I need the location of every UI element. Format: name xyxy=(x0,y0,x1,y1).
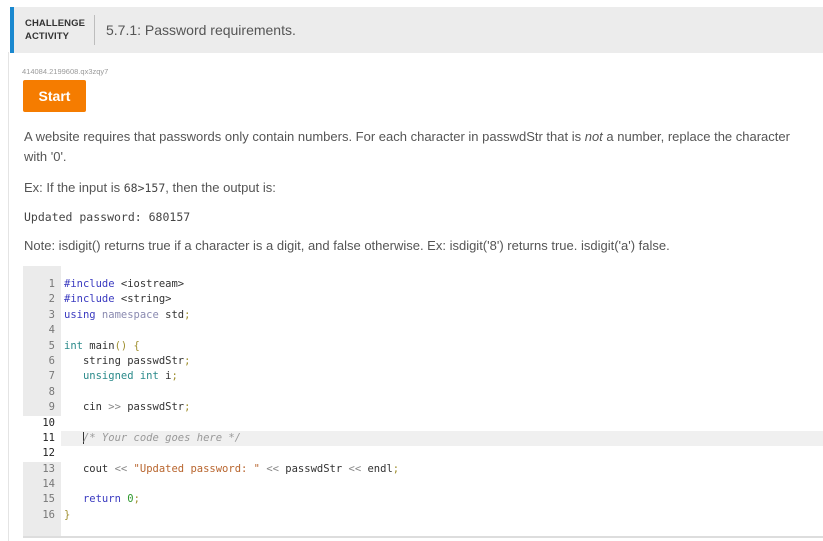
code-line[interactable]: 7 unsigned int i; xyxy=(23,369,823,384)
line-number: 9 xyxy=(48,401,55,414)
code-line[interactable]: 12 xyxy=(23,446,823,462)
code-token: #include xyxy=(64,293,115,306)
code-line[interactable]: 16} xyxy=(23,508,823,523)
code-token: cout xyxy=(64,462,109,475)
code-token: ; xyxy=(392,462,400,475)
code-token: 0 xyxy=(120,493,134,506)
code-token: { xyxy=(127,339,140,352)
code-line[interactable]: 15 return 0; xyxy=(23,492,823,507)
prompt-note: Note: isdigit() returns true if a charac… xyxy=(24,238,670,253)
line-number: 16 xyxy=(42,508,55,521)
code-token: #include xyxy=(64,278,115,290)
line-number: 13 xyxy=(42,462,55,475)
code-token: <iostream> xyxy=(114,278,185,290)
activity-id: 414084.2199608.qx3zqy7 xyxy=(22,67,109,76)
prompt-text: Ex: If the input is xyxy=(24,180,124,195)
code-token: << xyxy=(342,462,362,475)
activity-kind-line2: ACTIVITY xyxy=(25,31,70,42)
code-token: } xyxy=(64,508,71,521)
line-number: 8 xyxy=(48,385,55,398)
start-button[interactable]: Start xyxy=(23,80,86,112)
prompt-paragraph-1: A website requires that passwords only c… xyxy=(24,127,814,167)
code-token: passwdStr xyxy=(120,401,185,414)
line-number: 3 xyxy=(48,308,55,321)
code-line[interactable]: 4 xyxy=(23,323,823,338)
code-token: ; xyxy=(171,370,178,383)
code-string: "Updated password: " xyxy=(127,462,260,475)
code-token: return xyxy=(64,493,121,506)
code-token: unsigned int xyxy=(64,370,159,383)
line-number: 15 xyxy=(42,493,55,506)
code-line[interactable]: 9 cin >> passwdStr; xyxy=(23,400,823,415)
code-line[interactable]: 13 cout << "Updated password: " << passw… xyxy=(23,462,823,477)
line-number: 11 xyxy=(42,431,55,444)
code-line[interactable]: 14 xyxy=(23,477,823,492)
code-line[interactable]: 1 #include <iostream> xyxy=(23,277,823,292)
code-line[interactable]: 3 using namespace std; xyxy=(23,308,823,323)
activity-kind-line1: CHALLENGE xyxy=(25,18,86,29)
code-token: << xyxy=(108,462,128,475)
code-line[interactable]: 10 xyxy=(23,415,823,431)
code-token: using xyxy=(64,308,96,321)
code-line[interactable]: 6 string passwdStr; xyxy=(23,354,823,369)
left-border xyxy=(8,52,9,541)
line-number: 10 xyxy=(42,416,55,429)
prompt-emphasis: not xyxy=(584,129,603,144)
code-token: ; xyxy=(184,354,191,367)
activity-title: 5.7.1: Password requirements. xyxy=(106,22,296,38)
line-number: 4 xyxy=(48,324,55,337)
code-token: string passwdStr xyxy=(64,354,185,367)
code-line[interactable]: 2 #include <string> xyxy=(23,292,823,307)
code-token: int xyxy=(64,339,83,352)
line-number: 1 xyxy=(48,278,55,290)
line-number: 2 xyxy=(48,293,55,306)
code-line[interactable]: 5 int main() { xyxy=(23,339,823,354)
code-token: endl xyxy=(361,462,393,475)
activity-kind-label: CHALLENGE ACTIVITY xyxy=(25,17,91,43)
code-editor[interactable]: 1 #include <iostream> 2 #include <string> … xyxy=(23,266,823,538)
prompt-example: Ex: If the input is 68>157, then the out… xyxy=(24,178,276,198)
activity-header: CHALLENGE ACTIVITY 5.7.1: Password requi… xyxy=(10,7,823,53)
code-line[interactable]: 8 xyxy=(23,385,823,400)
code-token: i xyxy=(158,370,172,383)
code-token: cin xyxy=(64,401,102,414)
code-token: ; xyxy=(184,308,191,321)
code-token: () xyxy=(114,339,128,352)
line-number: 6 xyxy=(48,354,55,367)
code-token: ; xyxy=(133,493,140,506)
code-token: ; xyxy=(184,401,191,414)
code-token: std xyxy=(158,308,185,321)
line-number: 14 xyxy=(42,478,55,491)
code-token: >> xyxy=(101,401,121,414)
code-token: << xyxy=(260,462,279,475)
code-token: main xyxy=(82,339,115,352)
example-input: 68>157 xyxy=(123,181,166,195)
code-token: namespace xyxy=(95,308,159,321)
line-number: 5 xyxy=(48,339,55,352)
code-token: <string> xyxy=(114,293,172,306)
prompt-text: A website requires that passwords only c… xyxy=(24,129,585,144)
code-token: passwdStr xyxy=(278,462,343,475)
code-comment: /* Your code goes here */ xyxy=(82,431,242,444)
line-number: 12 xyxy=(42,447,55,460)
code-line-active[interactable]: 11 /* Your code goes here */ xyxy=(23,430,823,447)
example-output: Updated password: 680157 xyxy=(24,210,191,224)
prompt-text: , then the output is: xyxy=(165,180,276,195)
line-number: 7 xyxy=(48,370,55,383)
header-divider xyxy=(94,15,95,45)
